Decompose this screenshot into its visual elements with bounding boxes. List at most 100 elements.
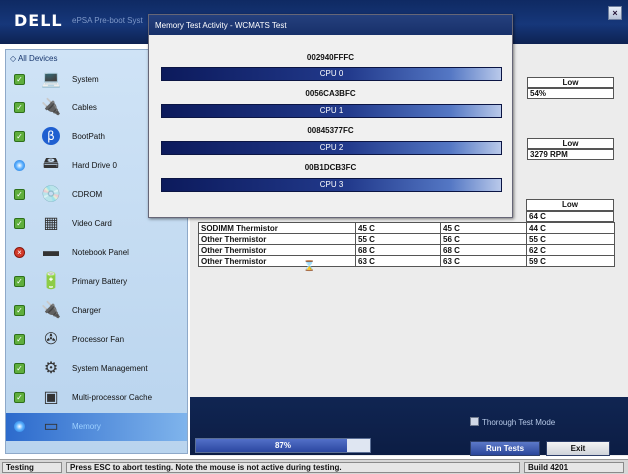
error-icon: × xyxy=(14,247,25,258)
device-notebook-panel[interactable]: × ▬ Notebook Panel xyxy=(6,239,187,267)
device-memory[interactable]: ▭ Memory xyxy=(6,413,187,441)
low-header: Low xyxy=(527,138,614,149)
table-cell: 68 C xyxy=(355,244,441,256)
build-number: Build 4201 xyxy=(524,462,624,473)
overall-progress-bar: 87% xyxy=(195,438,371,453)
table-cell: 56 C xyxy=(440,233,527,245)
cpu3-address: 00B1DCB3FC xyxy=(304,163,357,172)
low-value: 54% xyxy=(527,88,614,99)
device-label: Notebook Panel xyxy=(72,248,129,257)
status-bar: Testing Press ESC to abort testing. Note… xyxy=(0,459,628,474)
device-label: Multi-processor Cache xyxy=(72,393,153,402)
check-icon: ✓ xyxy=(14,102,25,113)
running-icon xyxy=(14,160,25,171)
close-button[interactable]: × xyxy=(608,6,622,20)
device-label: Processor Fan xyxy=(72,335,125,344)
progress-percent: 87% xyxy=(274,441,291,450)
low-header: Low xyxy=(526,199,614,211)
cpu0-address: 002940FFFC xyxy=(306,53,355,62)
device-multiprocessor-cache[interactable]: ✓ ▣ Multi-processor Cache xyxy=(6,384,187,412)
notebook-panel-icon: ▬ xyxy=(43,243,59,260)
table-cell: 63 C xyxy=(355,255,441,267)
cpu0-progress-bar: CPU 0 xyxy=(161,67,502,81)
system-management-icon: ⚙ xyxy=(43,360,59,377)
status-message: Press ESC to abort testing. Note the mou… xyxy=(66,462,520,473)
battery-icon: 🔋 xyxy=(41,273,61,290)
check-icon: ✓ xyxy=(14,218,25,229)
table-cell: 45 C xyxy=(440,222,527,234)
laptop-icon: 💻 xyxy=(41,71,61,88)
table-row: SODIMM Thermistor 45 C 45 C 44 C xyxy=(198,222,615,234)
device-label: Hard Drive 0 xyxy=(72,161,117,170)
memory-test-dialog: Memory Test Activity - WCMATS Test 00294… xyxy=(148,14,513,218)
hourglass-cursor-icon: ⌛ xyxy=(303,261,316,272)
device-label: Primary Battery xyxy=(72,277,128,286)
low-header: Low xyxy=(527,77,614,88)
cpu2-address: 00845377FC xyxy=(307,126,354,135)
check-icon: ✓ xyxy=(14,363,25,374)
check-icon: ✓ xyxy=(14,131,25,142)
device-label: Charger xyxy=(72,306,101,315)
check-icon: ✓ xyxy=(14,334,25,345)
device-primary-battery[interactable]: ✓ 🔋 Primary Battery xyxy=(6,268,187,296)
table-row: Other Thermistor 55 C 56 C 55 C xyxy=(198,233,615,245)
cpu1-progress-bar: CPU 1 xyxy=(161,104,502,118)
check-icon: ✓ xyxy=(14,189,25,200)
exit-button[interactable]: Exit xyxy=(546,441,610,456)
table-row: Other Thermistor 68 C 68 C 62 C xyxy=(198,244,615,256)
table-cell: 44 C xyxy=(526,222,615,234)
app-title: ePSA Pre-boot Syst xyxy=(72,16,143,25)
running-icon xyxy=(14,421,25,432)
check-icon: ✓ xyxy=(14,276,25,287)
thermistor-table: SODIMM Thermistor 45 C 45 C 44 C Other T… xyxy=(198,222,615,267)
checkbox-box xyxy=(470,417,479,426)
thorough-test-mode-checkbox[interactable]: Thorough Test Mode xyxy=(470,417,555,427)
table-cell: 55 C xyxy=(355,233,441,245)
dialog-title: Memory Test Activity - WCMATS Test xyxy=(149,15,512,35)
device-label: System xyxy=(72,75,99,84)
device-label: Video Card xyxy=(72,219,112,228)
device-label: BootPath xyxy=(72,132,105,141)
low-value: 3279 RPM xyxy=(527,149,614,160)
table-cell: 59 C xyxy=(526,255,615,267)
table-cell: 68 C xyxy=(440,244,527,256)
all-devices-link[interactable]: ◇ All Devices xyxy=(10,54,58,63)
table-cell: Other Thermistor xyxy=(198,233,356,245)
device-label: CDROM xyxy=(72,190,103,199)
table-cell: Other Thermistor xyxy=(198,244,356,256)
svg-text:β: β xyxy=(47,129,55,143)
video-card-icon: ▦ xyxy=(43,215,59,232)
memory-icon: ▭ xyxy=(43,418,59,435)
cpu3-progress-bar: CPU 3 xyxy=(161,178,502,192)
check-icon: ✓ xyxy=(14,392,25,403)
cpu2-progress-bar: CPU 2 xyxy=(161,141,502,155)
table-cell: Other Thermistor xyxy=(198,255,356,267)
cpu1-address: 0056CA3BFC xyxy=(305,89,356,98)
table-cell: 45 C xyxy=(355,222,441,234)
device-charger[interactable]: ✓ 🔌 Charger xyxy=(6,297,187,325)
table-cell: 63 C xyxy=(440,255,527,267)
cdrom-icon: 💿 xyxy=(41,186,61,203)
low-value: 64 C xyxy=(526,211,614,222)
status-state: Testing xyxy=(2,462,62,473)
hard-drive-icon: 🖴 xyxy=(42,154,60,172)
run-tests-button[interactable]: Run Tests xyxy=(470,441,540,456)
device-processor-fan[interactable]: ✓ ✇ Processor Fan xyxy=(6,326,187,354)
cpu-cache-icon: ▣ xyxy=(43,389,59,406)
check-icon: ✓ xyxy=(14,305,25,316)
table-cell: SODIMM Thermistor xyxy=(198,222,356,234)
device-label: Memory xyxy=(72,422,101,431)
checkbox-label: Thorough Test Mode xyxy=(482,418,556,427)
device-label: System Management xyxy=(72,364,148,373)
device-label: Cables xyxy=(72,103,97,112)
table-cell: 55 C xyxy=(526,233,615,245)
check-icon: ✓ xyxy=(14,74,25,85)
device-system-management[interactable]: ✓ ⚙ System Management xyxy=(6,355,187,383)
charger-icon: 🔌 xyxy=(41,302,61,319)
fan-icon: ✇ xyxy=(44,331,58,348)
bootpath-icon: β xyxy=(36,125,66,147)
expand-icon: ◇ xyxy=(10,54,17,63)
table-cell: 62 C xyxy=(526,244,615,256)
all-devices-label: All Devices xyxy=(17,54,58,63)
cables-icon: 🔌 xyxy=(41,99,61,116)
